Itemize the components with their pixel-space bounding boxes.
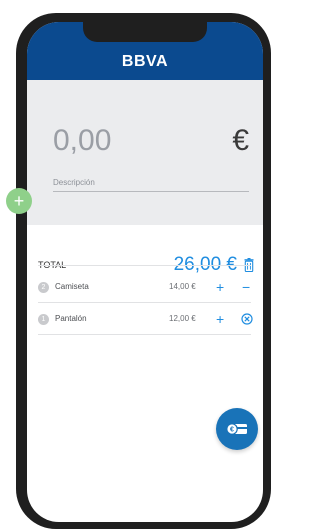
remove-circle-icon[interactable] [241, 313, 253, 325]
quantity-badge: 2 [38, 282, 49, 293]
add-item-button[interactable]: + [6, 188, 32, 214]
increase-icon[interactable]: + [216, 310, 224, 328]
increase-icon[interactable]: + [216, 278, 224, 296]
amount-panel: 0,00 € [27, 80, 263, 225]
divider [38, 302, 251, 303]
pay-button[interactable]: € [216, 408, 258, 450]
list-item: 2 Camiseta 14,00 € + − [38, 278, 253, 298]
amount-value: 0,00 [53, 124, 112, 157]
list-item: 1 Pantalón 12,00 € + [38, 310, 253, 330]
item-price: 12,00 € [169, 314, 196, 323]
description-field[interactable] [53, 173, 249, 192]
decrease-icon[interactable]: − [242, 278, 250, 296]
divider [38, 334, 251, 335]
quantity-badge: 1 [38, 314, 49, 325]
svg-text:€: € [230, 427, 234, 434]
brand-logo: BBVA [121, 53, 169, 70]
item-name: Pantalón [55, 314, 87, 323]
item-price: 14,00 € [169, 282, 196, 291]
payment-card-icon: € [226, 423, 247, 435]
item-name: Camiseta [55, 282, 89, 291]
currency-symbol: € [232, 124, 249, 157]
divider [38, 265, 251, 266]
phone-notch [83, 22, 207, 42]
